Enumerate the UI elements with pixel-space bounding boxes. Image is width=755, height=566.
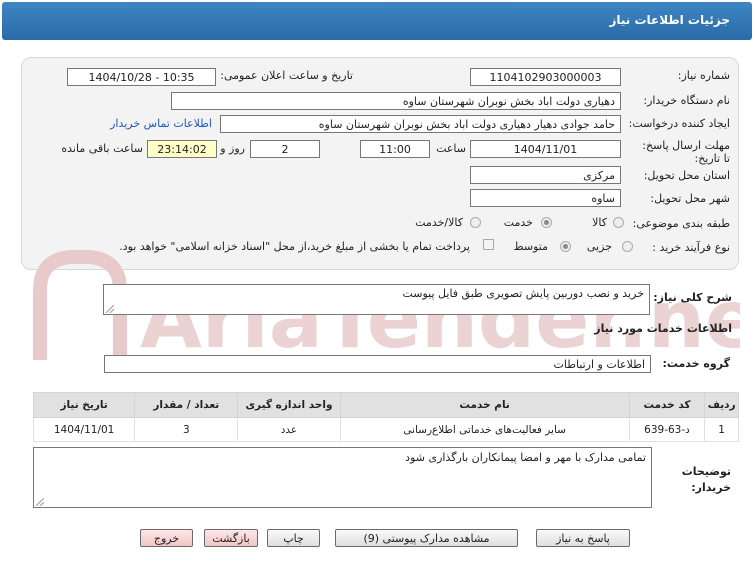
buyer-notes-field[interactable]: تمامی مدارک با مهر و امضا پیمانکاران بار… [33, 447, 652, 508]
category-goods-service-label: کالا/خدمت [415, 216, 463, 229]
table-row[interactable]: 1 د-63-639 سایر فعالیت‌های خدماتی اطلاع‌… [32, 417, 739, 442]
deadline-label: مهلت ارسال پاسخ: تا تاریخ: [642, 139, 730, 165]
deadline-time-field[interactable]: 11:00 [360, 140, 430, 158]
deadline-time-label: ساعت [436, 142, 466, 155]
services-table-header: ردیف کد خدمت نام خدمت واحد اندازه گیری ت… [32, 392, 739, 418]
city-field[interactable]: ساوه [470, 189, 621, 207]
announce-date-field[interactable]: 1404/10/28 - 10:35 [67, 68, 216, 86]
treasury-payment-note: پرداخت تمام یا بخشی از مبلغ خرید،از محل … [119, 240, 470, 253]
category-service-label: خدمت [503, 216, 533, 229]
category-label: طبقه بندی موضوعی: [632, 217, 730, 230]
description-field[interactable]: خرید و نصب دوربین پایش تصویری طبق فایل پ… [103, 284, 650, 315]
contact-buyer-link[interactable]: اطلاعات تماس خریدار [110, 117, 212, 130]
col-service-code: کد خدمت [628, 392, 706, 418]
page-title: جزئیات اطلاعات نیاز [609, 13, 730, 27]
deadline-date-field[interactable]: 1404/11/01 [470, 140, 621, 158]
print-button[interactable]: چاپ [267, 529, 320, 547]
province-field[interactable]: مرکزی [470, 166, 621, 184]
category-goods-service-radio[interactable] [470, 217, 481, 228]
buyer-org-label: نام دستگاه خریدار: [643, 94, 730, 107]
cell-need-date: 1404/11/01 [32, 417, 136, 442]
city-label: شهر محل تحویل: [650, 192, 730, 205]
col-service-name: نام خدمت [339, 392, 630, 418]
view-attachments-button[interactable]: مشاهده مدارک پیوستی (9) [335, 529, 518, 547]
buyer-notes-label: توضیحات خریدار: [681, 465, 731, 494]
announce-date-label: تاریخ و ساعت اعلان عمومی: [220, 69, 353, 82]
need-info-panel [21, 57, 739, 270]
buyer-notes-resize-icon[interactable] [36, 498, 44, 506]
category-goods-label: کالا [592, 216, 607, 229]
cell-service-name: سایر فعالیت‌های خدماتی اطلاع‌رسانی [339, 417, 630, 442]
time-remaining-field[interactable]: 23:14:02 [147, 140, 217, 158]
category-goods-radio[interactable] [613, 217, 624, 228]
need-number-field[interactable]: 1104102903000003 [470, 68, 621, 86]
back-button[interactable]: بازگشت [204, 529, 258, 547]
services-table: ردیف کد خدمت نام خدمت واحد اندازه گیری ت… [32, 392, 739, 442]
col-quantity: تعداد / مقدار [134, 392, 239, 418]
cell-service-code: د-63-639 [628, 417, 706, 442]
description-resize-icon[interactable] [106, 305, 114, 313]
buyer-org-field[interactable]: دهیاری دولت اباد بخش نوبران شهرستان ساوه [171, 92, 621, 110]
col-row-number: ردیف [704, 392, 739, 418]
process-medium-label: متوسط [513, 240, 548, 253]
col-need-date: تاریخ نیاز [32, 392, 136, 418]
days-remaining-field[interactable]: 2 [250, 140, 320, 158]
page-header: جزئیات اطلاعات نیاز [2, 2, 752, 40]
exit-button[interactable]: خروج [140, 529, 193, 547]
time-remaining-label: ساعت باقی مانده [61, 142, 143, 155]
service-group-label: گروه خدمت: [662, 357, 730, 370]
province-label: استان محل تحویل: [643, 169, 730, 182]
description-label: شرح کلی نیاز: [653, 291, 732, 304]
process-label: نوع فرآیند خرید : [652, 241, 730, 254]
days-label: روز و [220, 142, 245, 155]
cell-row-number: 1 [704, 417, 739, 442]
cell-unit: عدد [237, 417, 341, 442]
category-service-radio[interactable] [541, 217, 552, 228]
treasury-payment-checkbox[interactable] [483, 239, 494, 250]
process-small-radio[interactable] [622, 241, 633, 252]
creator-label: ایجاد کننده درخواست: [628, 117, 730, 130]
cell-quantity: 3 [134, 417, 239, 442]
services-section-title: اطلاعات خدمات مورد نیاز [594, 322, 732, 335]
process-small-label: جزیی [586, 240, 612, 253]
col-unit: واحد اندازه گیری [237, 392, 341, 418]
service-group-field[interactable]: اطلاعات و ارتباطات [104, 355, 651, 373]
need-number-label: شماره نیاز: [677, 69, 730, 82]
creator-field[interactable]: حامد جوادی دهیار دهیاری دولت اباد بخش نو… [220, 115, 621, 133]
process-medium-radio[interactable] [560, 241, 571, 252]
reply-button[interactable]: پاسخ به نیاز [536, 529, 630, 547]
